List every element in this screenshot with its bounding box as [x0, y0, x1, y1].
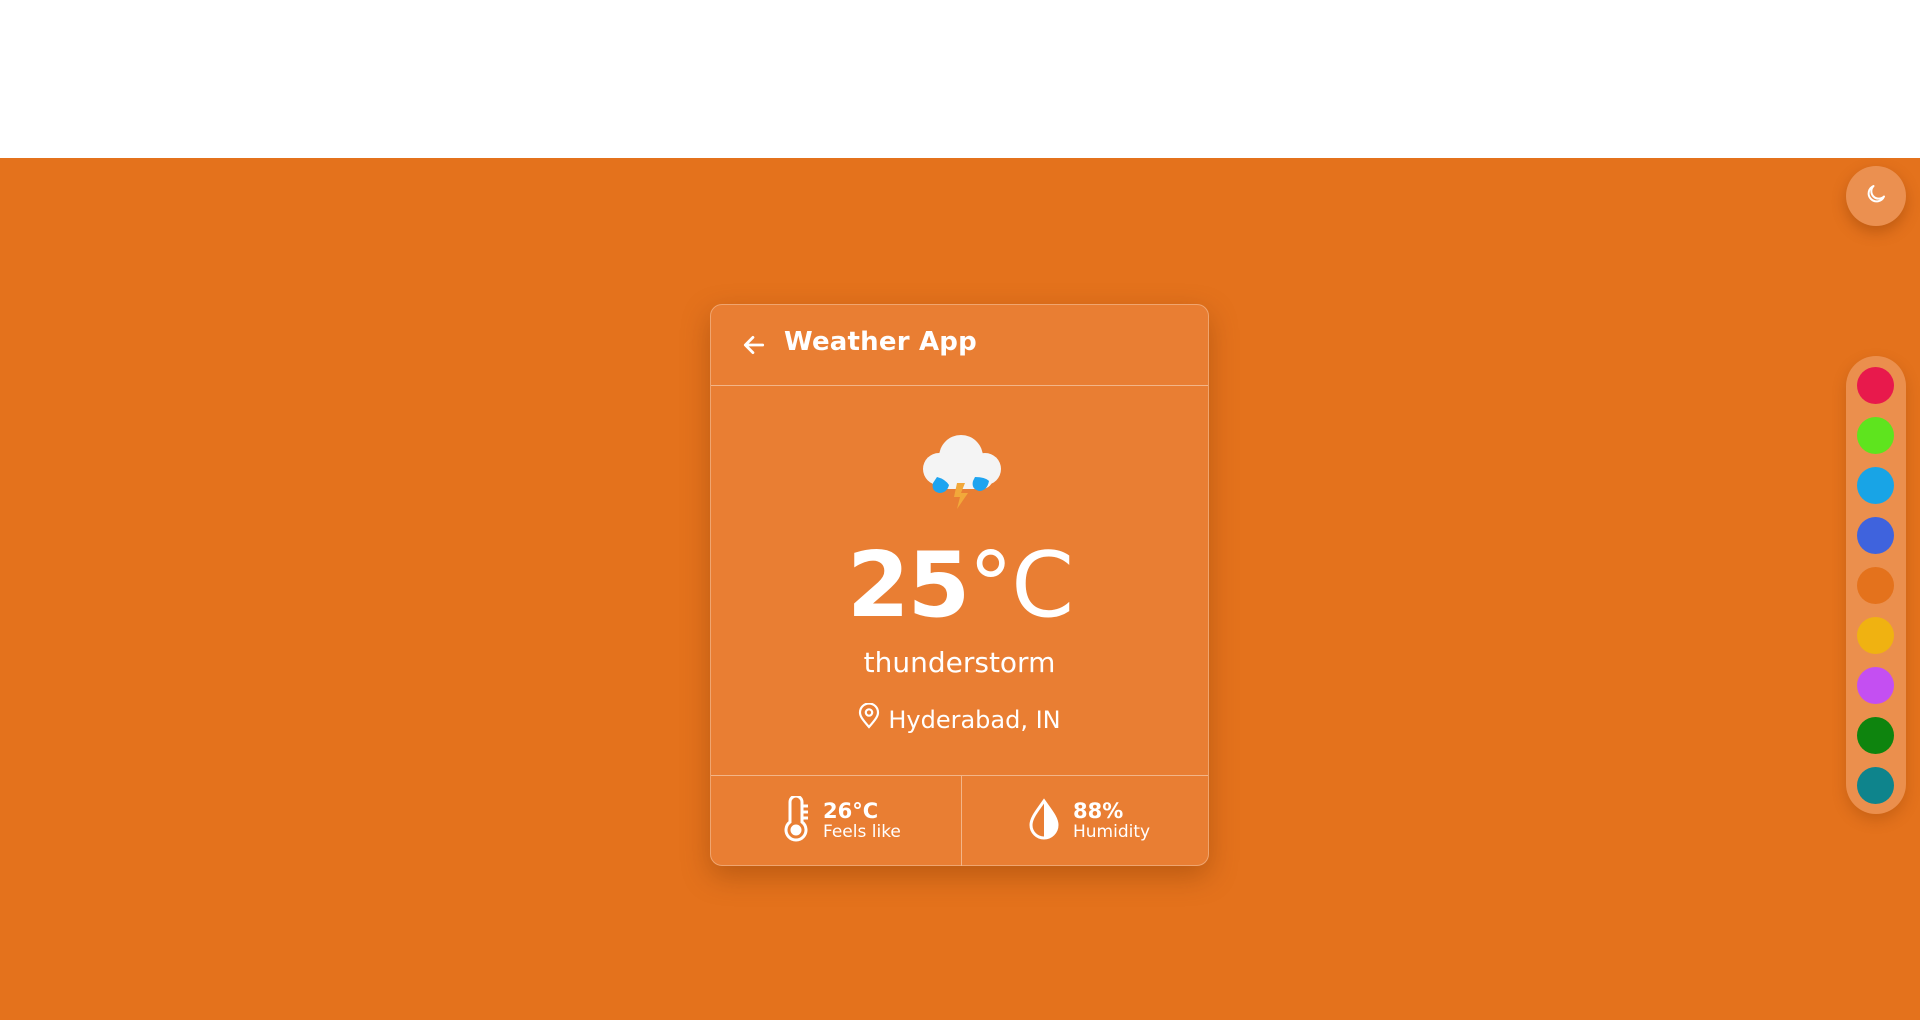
weather-condition: thunderstorm: [863, 646, 1056, 679]
color-swatch-crimson[interactable]: [1857, 367, 1894, 404]
current-temperature: 25°C: [711, 531, 1208, 641]
color-swatch-purple[interactable]: [1857, 667, 1894, 704]
droplet-icon: [1027, 798, 1061, 844]
location-row: Hyderabad, IN: [711, 702, 1208, 737]
color-palette: [1846, 356, 1906, 814]
humidity-label: Humidity: [1073, 822, 1151, 842]
humidity-text: 88% Humidity: [1073, 800, 1150, 842]
temperature-value: 25: [846, 533, 970, 638]
humidity-value: 88%: [1073, 799, 1124, 823]
color-swatch-lime[interactable]: [1857, 417, 1894, 454]
card-footer: 26°C Feels like 88% Humidity: [711, 775, 1208, 866]
color-swatch-green[interactable]: [1857, 717, 1894, 754]
location-text: Hyderabad, IN: [888, 706, 1061, 734]
weather-card: Weather App 25°C thunderstorm Hyderabad,…: [710, 304, 1209, 866]
color-swatch-teal[interactable]: [1857, 767, 1894, 804]
feels-like-value: 26°C: [823, 799, 879, 823]
color-swatch-amber[interactable]: [1857, 617, 1894, 654]
feels-like-label: Feels like: [823, 822, 901, 842]
footer-divider: [961, 776, 962, 866]
thunderstorm-cloud-icon: [913, 423, 1009, 511]
moon-icon: [1864, 182, 1888, 210]
card-header: Weather App: [711, 305, 1208, 386]
feels-like-stat: 26°C Feels like: [781, 776, 901, 866]
app-title: Weather App: [784, 327, 977, 357]
temperature-unit: °C: [968, 533, 1074, 638]
humidity-stat: 88% Humidity: [1027, 776, 1150, 866]
color-swatch-sky-blue[interactable]: [1857, 467, 1894, 504]
feels-like-text: 26°C Feels like: [823, 800, 901, 842]
color-swatch-royal-blue[interactable]: [1857, 517, 1894, 554]
top-blank-area: [0, 0, 1920, 158]
arrow-left-icon[interactable]: [741, 332, 767, 358]
thermometer-icon: [781, 794, 811, 846]
map-pin-icon: [858, 702, 888, 737]
dark-mode-toggle-button[interactable]: [1846, 166, 1906, 226]
color-swatch-orange[interactable]: [1857, 567, 1894, 604]
